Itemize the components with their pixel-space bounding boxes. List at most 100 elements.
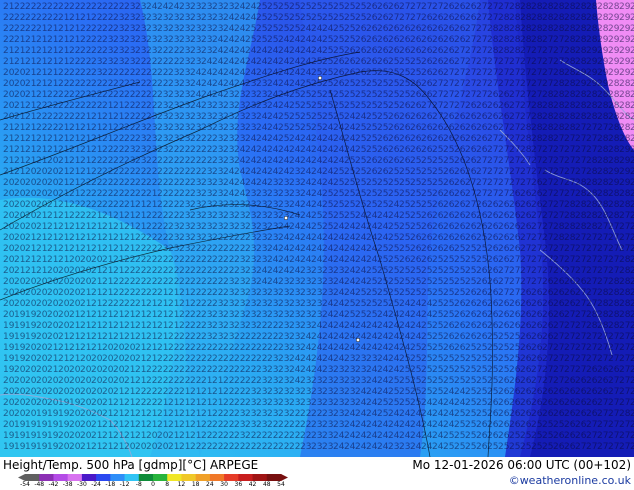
contour-value-label: 27: [498, 277, 509, 287]
contour-value-label: 28: [520, 145, 532, 155]
contour-value-label: 23: [355, 376, 366, 386]
contour-value-label: 23: [135, 2, 146, 12]
contour-value-label: 23: [135, 156, 146, 166]
contour-value-label: 29: [619, 178, 631, 188]
contour-value-label: 23: [146, 145, 157, 155]
contour-value-label: 20: [91, 365, 103, 375]
contour-value-label: 23: [300, 266, 311, 276]
contour-value-label: 22: [168, 354, 179, 364]
contour-value-label: 23: [223, 101, 234, 111]
contour-value-label: 22: [157, 354, 168, 364]
contour-value-label: 24: [311, 200, 323, 210]
contour-value-label: 23: [267, 387, 278, 397]
contour-value-label: 25: [366, 123, 377, 133]
contour-value-label: 24: [355, 112, 367, 122]
contour-value-label: 26: [586, 365, 598, 375]
contour-value-label: 26: [465, 123, 477, 133]
contour-value-label: 20: [58, 299, 70, 309]
contour-value-label: 25: [531, 431, 542, 441]
contour-value-label: 23: [179, 200, 190, 210]
contour-value-label: 27: [432, 101, 443, 111]
contour-value-label: 21: [14, 255, 25, 265]
contour-value-label: 23: [267, 409, 278, 419]
contour-value-label: 24: [432, 398, 444, 408]
contour-value-label: 21: [146, 343, 157, 353]
contour-value-label: 23: [157, 90, 168, 100]
contour-value-label: 23: [223, 299, 234, 309]
contour-value-label: 26: [575, 420, 587, 430]
contour-value-label: 20: [36, 167, 48, 177]
contour-value-label: 19: [14, 332, 26, 342]
contour-value-label: 29: [630, 46, 634, 56]
contour-value-label: 25: [344, 189, 355, 199]
contour-value-label: 23: [190, 112, 201, 122]
contour-value-label: 23: [168, 101, 179, 111]
contour-value-label: 27: [630, 431, 634, 441]
contour-value-label: 27: [454, 79, 465, 89]
contour-value-label: 27: [542, 222, 553, 232]
contour-value-label: 26: [509, 365, 521, 375]
contour-value-label: 28: [553, 101, 565, 111]
contour-value-label: 23: [256, 101, 267, 111]
contour-value-label: 21: [135, 376, 146, 386]
contour-value-label: 21: [47, 68, 58, 78]
colorbar-swatch: [39, 474, 54, 481]
contour-value-label: 27: [608, 233, 619, 243]
contour-value-label: 22: [124, 112, 135, 122]
credit-link[interactable]: ©weatheronline.co.uk: [509, 474, 631, 487]
contour-value-label: 25: [322, 35, 333, 45]
contour-value-label: 24: [212, 57, 224, 67]
contour-value-label: 24: [267, 57, 279, 67]
contour-value-label: 22: [190, 442, 201, 452]
contour-value-label: 27: [542, 189, 553, 199]
colorbar-tick-label: 48: [262, 481, 271, 488]
contour-value-label: 24: [454, 398, 466, 408]
contour-value-label: 23: [245, 112, 256, 122]
contour-value-label: 22: [212, 354, 223, 364]
contour-value-label: 21: [3, 46, 14, 56]
contour-value-label: 27: [586, 332, 597, 342]
contour-value-label: 22: [190, 266, 201, 276]
contour-value-label: 20: [113, 376, 125, 386]
colorbar-arrow-left: [18, 474, 25, 481]
contour-value-label: 22: [14, 24, 25, 34]
contour-value-label: 21: [80, 442, 91, 452]
contour-value-label: 24: [300, 167, 312, 177]
contour-value-label: 28: [564, 2, 576, 12]
contour-value-label: 23: [135, 24, 146, 34]
contour-value-label: 22: [113, 79, 124, 89]
contour-value-label: 20: [69, 387, 81, 397]
contour-value-label: 25: [498, 332, 509, 342]
contour-value-label: 28: [608, 134, 620, 144]
contour-value-label: 26: [454, 123, 466, 133]
contour-value-label: 21: [47, 211, 58, 221]
contour-value-label: 27: [509, 255, 520, 265]
contour-value-label: 20: [69, 431, 81, 441]
contour-value-label: 26: [520, 376, 532, 386]
contour-value-label: 23: [157, 24, 168, 34]
contour-value-label: 26: [432, 189, 444, 199]
contour-value-label: 23: [212, 178, 223, 188]
contour-value-label: 22: [146, 211, 157, 221]
contour-value-label: 27: [597, 354, 608, 364]
contour-value-label: 22: [91, 167, 102, 177]
contour-value-label: 20: [69, 277, 81, 287]
contour-value-label: 27: [553, 244, 564, 254]
contour-value-label: 24: [289, 244, 301, 254]
contour-value-label: 22: [256, 354, 267, 364]
contour-value-label: 26: [586, 376, 598, 386]
contour-value-label: 28: [542, 13, 554, 23]
contour-value-label: 27: [575, 134, 586, 144]
contour-value-label: 27: [520, 233, 531, 243]
contour-value-label: 28: [564, 112, 576, 122]
contour-value-label: 21: [3, 134, 14, 144]
contour-value-label: 20: [69, 255, 81, 265]
contour-value-label: 21: [113, 431, 124, 441]
contour-value-label: 23: [344, 376, 355, 386]
contour-value-label: 25: [344, 211, 355, 221]
contour-value-label: 20: [14, 79, 26, 89]
contour-value-label: 22: [102, 145, 113, 155]
contour-value-label: 21: [80, 167, 91, 177]
contour-value-label: 23: [223, 200, 234, 210]
contour-value-label: 25: [377, 112, 388, 122]
